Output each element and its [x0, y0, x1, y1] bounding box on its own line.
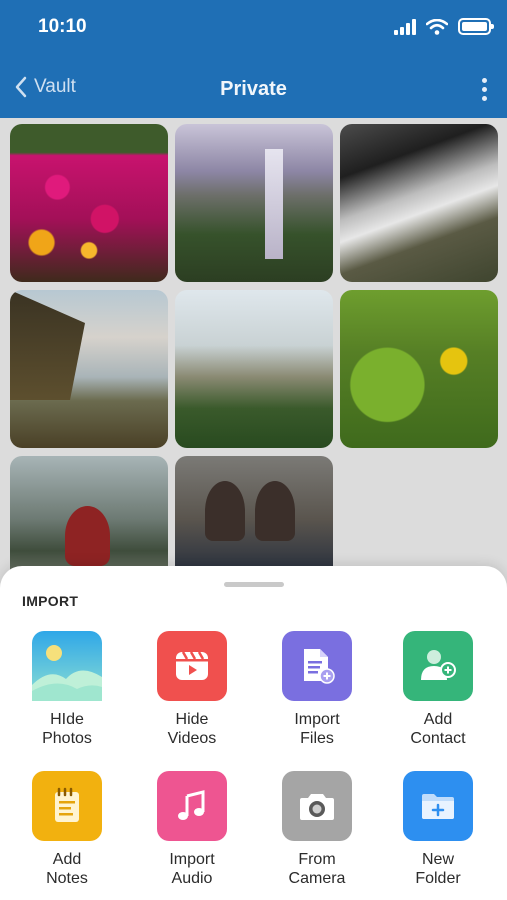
page-title: Private — [220, 78, 287, 100]
section-title: IMPORT — [22, 593, 79, 609]
import-audio-button[interactable]: Import Audio — [132, 771, 252, 888]
app-header: 10:10 Vault Private — [0, 0, 507, 118]
action-label: From Camera — [288, 851, 346, 887]
action-label: Import Files — [294, 711, 340, 747]
import-bottom-sheet: IMPORT HIde Photos Hide Videos Import Fi… — [0, 566, 507, 900]
action-label: HIde Photos — [42, 711, 92, 747]
wifi-icon — [426, 18, 448, 35]
action-label: Hide Videos — [167, 711, 217, 747]
cellular-signal-icon — [394, 18, 416, 35]
photo-thumbnail[interactable] — [340, 290, 498, 448]
new-folder-button[interactable]: New Folder — [378, 771, 498, 888]
sheet-drag-handle[interactable] — [224, 582, 284, 587]
photo-thumbnail[interactable] — [10, 124, 168, 282]
photos-icon — [32, 631, 102, 701]
folder-icon — [403, 771, 473, 841]
add-contact-button[interactable]: Add Contact — [378, 631, 498, 748]
music-icon — [157, 771, 227, 841]
photo-thumbnail[interactable] — [10, 290, 168, 448]
status-time: 10:10 — [38, 16, 87, 37]
add-contact-icon — [403, 631, 473, 701]
file-icon — [282, 631, 352, 701]
photo-thumbnail[interactable] — [175, 124, 333, 282]
action-label: New Folder — [415, 851, 461, 887]
hide-videos-button[interactable]: Hide Videos — [132, 631, 252, 748]
status-icons — [394, 18, 494, 35]
import-files-button[interactable]: Import Files — [257, 631, 377, 748]
hide-photos-button[interactable]: HIde Photos — [7, 631, 127, 748]
battery-icon — [458, 18, 494, 35]
add-notes-button[interactable]: Add Notes — [7, 771, 127, 888]
notes-icon — [32, 771, 102, 841]
photo-thumbnail[interactable] — [340, 124, 498, 282]
from-camera-button[interactable]: From Camera — [257, 771, 377, 888]
more-options-icon[interactable] — [482, 78, 487, 101]
camera-icon — [282, 771, 352, 841]
photo-thumbnail[interactable] — [175, 290, 333, 448]
action-label: Add Notes — [46, 851, 88, 887]
action-label: Import Audio — [169, 851, 215, 887]
action-label: Add Contact — [410, 711, 466, 747]
video-icon — [157, 631, 227, 701]
